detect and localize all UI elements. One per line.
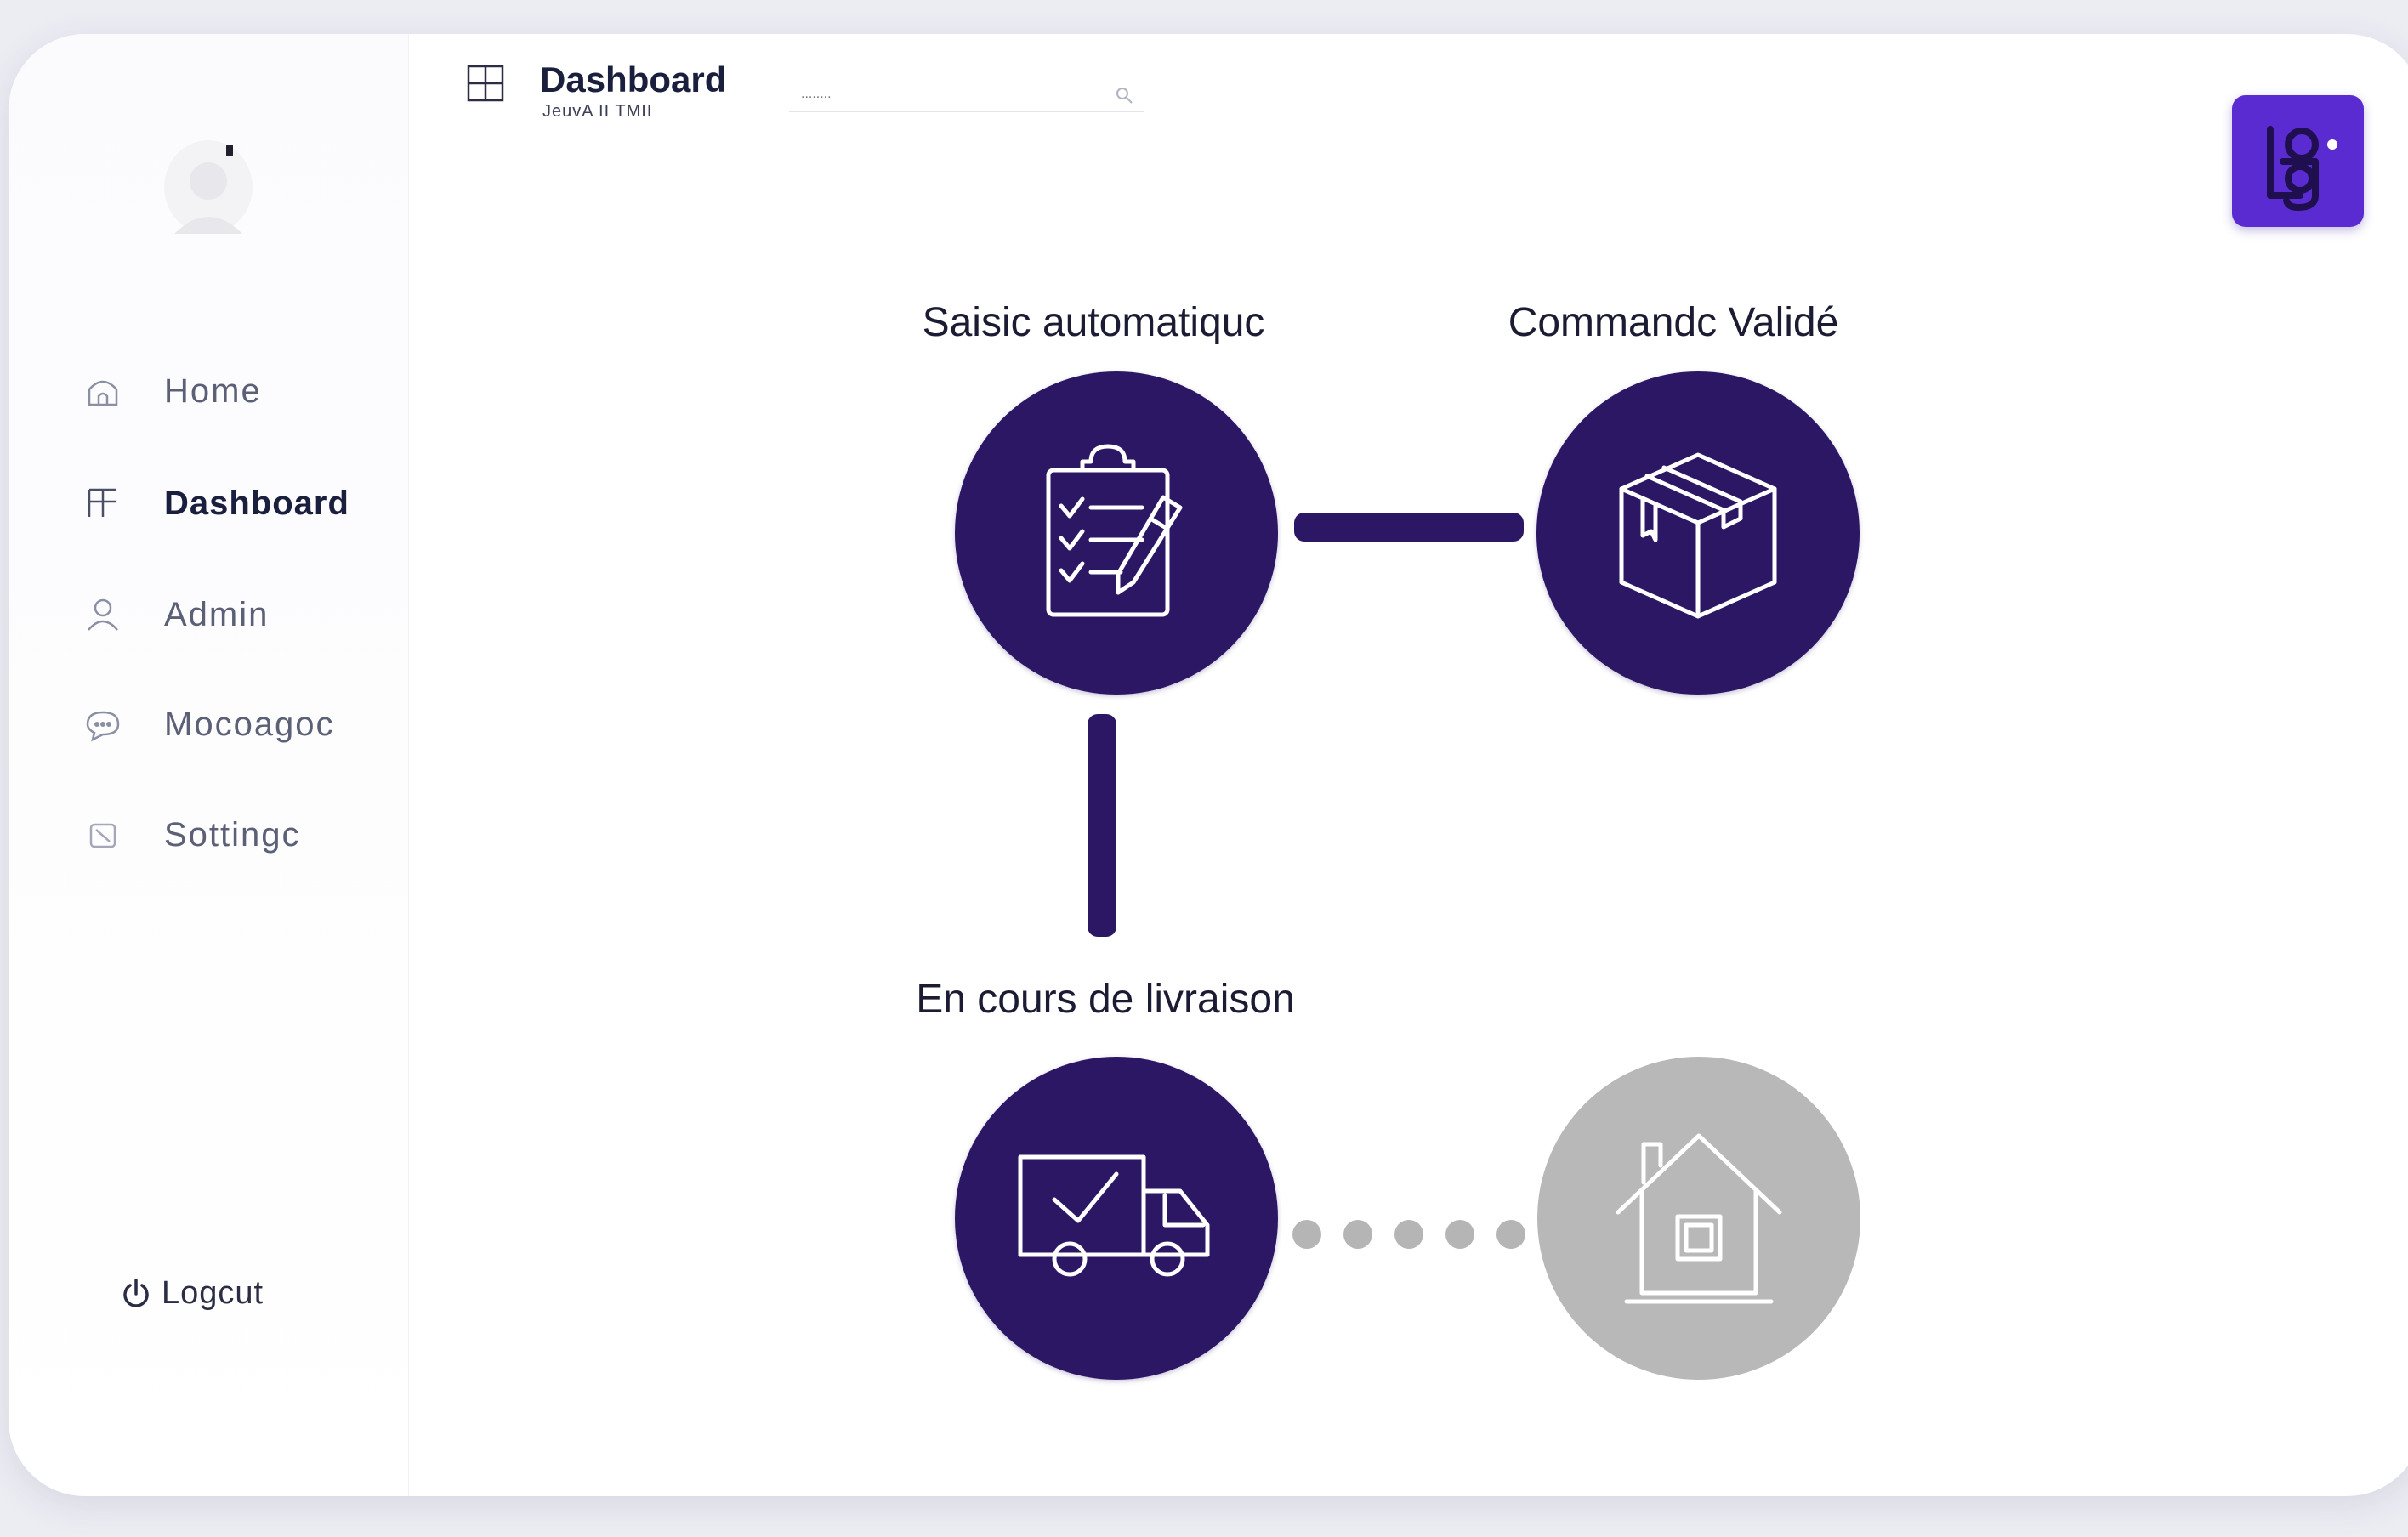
pending-connector-dot (1394, 1220, 1423, 1249)
chat-bubble-icon (81, 702, 125, 746)
pending-connector-dot (1496, 1220, 1525, 1249)
step-label: Commandc Validé (1508, 300, 1839, 345)
power-icon (119, 1277, 153, 1311)
sidebar-item-admin[interactable]: Admin (81, 585, 269, 644)
user-avatar[interactable] (162, 140, 255, 251)
step-order-entry[interactable] (955, 371, 1278, 695)
sidebar-item-label: Home (164, 371, 262, 410)
search-input[interactable] (789, 78, 1144, 112)
step-label: Saisic automatiquc (922, 300, 1265, 345)
sidebar-item-label: Mocoagoc (164, 705, 335, 743)
progress-connector (1294, 513, 1524, 542)
sidebar-item-label: Dashboard (164, 484, 349, 522)
pending-connector-dot (1445, 1220, 1474, 1249)
package-box-icon (1604, 438, 1792, 629)
sidebar-item-settings[interactable]: Sottingc (81, 805, 301, 865)
step-label: En cours de livraison (916, 977, 1295, 1022)
page-title: Dashboard (540, 60, 727, 99)
user-icon (81, 593, 125, 637)
clipboard-checklist-icon (1023, 438, 1210, 629)
sidebar: Home Dashboard Admin Mocoagoc Sottingc L… (9, 34, 409, 1496)
logout-button[interactable]: Logcut (119, 1275, 264, 1312)
page-subtitle: JeuvA II TMII (542, 102, 653, 121)
delivery-truck-icon (1010, 1131, 1223, 1306)
sidebar-item-label: Sottingc (164, 815, 301, 854)
sidebar-item-label: Admin (164, 595, 270, 633)
sidebar-item-dashboard[interactable]: Dashboard (81, 474, 349, 533)
app-logo[interactable] (2232, 95, 2364, 227)
avatar-status-dot (226, 145, 233, 156)
dashboard-grid-icon (463, 61, 508, 105)
house-icon (1601, 1119, 1797, 1319)
home-icon (81, 369, 125, 413)
settings-icon (81, 813, 125, 857)
search-icon[interactable] (1114, 85, 1134, 105)
pending-connector-dot (1343, 1220, 1372, 1249)
logout-label: Logcut (162, 1275, 264, 1311)
sidebar-item-messages[interactable]: Mocoagoc (81, 695, 335, 754)
step-delivered[interactable] (1537, 1057, 1860, 1380)
step-order-validated[interactable] (1536, 371, 1860, 695)
sidebar-item-home[interactable]: Home (81, 361, 262, 421)
step-in-delivery[interactable] (955, 1057, 1278, 1380)
progress-connector (1088, 714, 1116, 937)
dashboard-grid-icon (81, 481, 125, 525)
pending-connector-dot (1292, 1220, 1321, 1249)
app-window: Home Dashboard Admin Mocoagoc Sottingc L… (9, 34, 2408, 1496)
